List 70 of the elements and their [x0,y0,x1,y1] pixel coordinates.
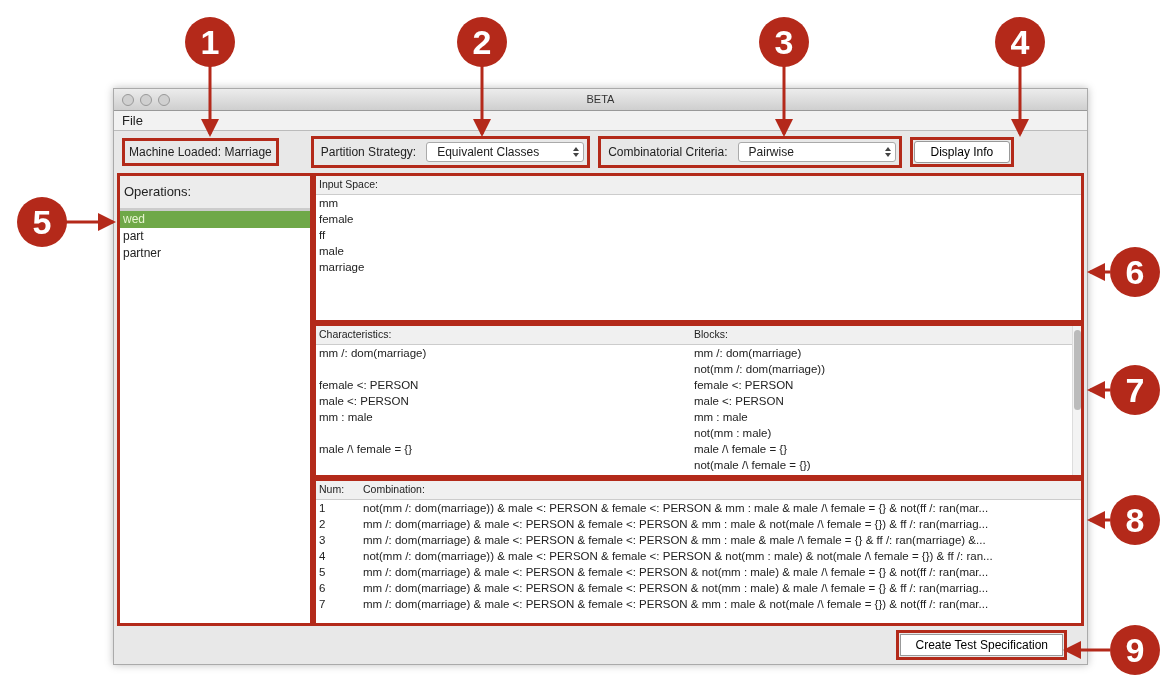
table-cell-text: 4 [318,548,327,564]
table-cell-text: male <: PERSON [693,393,785,409]
pointer-arrow [1087,511,1110,529]
column-header: Combination: [360,481,1081,500]
criteria-dropdown[interactable]: Pairwise [737,142,896,162]
list-item: female [318,211,355,227]
operation-item[interactable]: partner [120,244,310,262]
table-cell-text: not(mm /: dom(marriage)) [693,361,826,377]
window-title: BETA [586,92,615,108]
table-cell-text: not(mm /: dom(marriage)) & male <: PERSON & female <: PERSON & mm : male & male /\ female = {} & not(ff /: ran(mar... [362,500,990,516]
table-cell-text: 6 [318,580,327,596]
display-info-button[interactable]: Display Info [913,141,1011,163]
table-cell-text: mm /: dom(marriage) & male <: PERSON & female <: PERSON & mm : male & not(male /\ female = {}) & not(ff /: ran(mar... [362,596,990,612]
table-cell-text: mm : male [318,409,374,425]
callout-badge: 3 [759,17,809,67]
callout-badge: 8 [1110,495,1160,545]
table-cell-text: 3 [318,532,327,548]
table-cell-text: 2 [318,516,327,532]
table-cell-text: not(mm /: dom(marriage)) & male <: PERSON & female <: PERSON & not(mm : male) & not(male /\ female = {}) & ff /: ran... [362,548,994,564]
window-control-button[interactable] [158,94,170,106]
combo-label: Partition Strategy: [319,144,418,161]
pointer-arrow [1087,263,1110,281]
table-cell-text: mm /: dom(marriage) & male <: PERSON & female <: PERSON & mm : male & not(male /\ female = {}) & ff /: ran(marriag... [362,516,990,532]
table-cell-text: 5 [318,564,327,580]
window-control-button[interactable] [140,94,152,106]
scroll-thumb[interactable] [1073,330,1081,410]
table-cell-text: male <: PERSON [318,393,410,409]
pointer-arrow [1087,381,1110,399]
stepper-icon [884,147,891,157]
table-cell-text: mm /: dom(marriage) [693,345,803,361]
table-cell-text: 1 [318,500,327,516]
panel-header: Operations: [120,176,310,211]
stepper-icon [573,147,580,157]
table-cell-text: mm /: dom(marriage) & male <: PERSON & female <: PERSON & not(mm : male) & male /\ female = {} & ff /: ran(marriag... [362,580,990,596]
table-cell-text: not(mm : male) [693,425,773,441]
partition-dropdown[interactable]: Equivalent Classes [426,142,585,162]
list-item: ff [318,227,327,243]
table-cell-text: mm /: dom(marriage) [318,345,428,361]
table-cell-text: male /\ female = {} [318,441,413,457]
pointer-arrow [66,213,116,231]
column-header: Input Space: [316,176,1081,195]
list-item: marriage [318,259,366,275]
combo-label: Combinatorial Criteria: [607,144,729,161]
table-cell-text: female <: PERSON [693,377,795,393]
column-header: Characteristics: [316,326,691,345]
table-cell-text: female <: PERSON [318,377,420,393]
callout-badge: 5 [17,197,67,247]
column-header: Blocks: [691,326,1072,345]
create-spec-button[interactable]: Create Test Specification [900,634,1063,656]
callout-badge: 4 [995,17,1045,67]
operation-item[interactable]: part [120,227,310,245]
list-item: male [318,243,345,259]
callout-badge: 7 [1110,365,1160,415]
table-cell-text: mm /: dom(marriage) & male <: PERSON & female <: PERSON & mm : male & male /\ female = {} & ff /: ran(marriage) &... [362,532,987,548]
callout-badge: 1 [185,17,235,67]
table-cell-text: not(male /\ female = {}) [693,457,812,473]
table-cell-text: mm /: dom(marriage) & male <: PERSON & female <: PERSON & not(mm : male) & male /\ female = {} & not(ff /: ran(mar... [362,564,990,580]
pointer-arrow [1011,66,1029,137]
table-cell-text: 7 [318,596,327,612]
callout-badge: 6 [1110,247,1160,297]
table-cell-text: male /\ female = {} [693,441,788,457]
callout-badge: 9 [1110,625,1160,675]
list-item: mm [318,195,340,211]
callout-badge: 2 [457,17,507,67]
column-header: Num: [316,481,360,500]
pointer-arrow [201,66,219,137]
window-control-button[interactable] [122,94,134,106]
menu-item[interactable]: File [122,110,143,131]
machine-loaded-label: Machine Loaded: Marriage [122,138,279,166]
table-cell-text: mm : male [693,409,749,425]
